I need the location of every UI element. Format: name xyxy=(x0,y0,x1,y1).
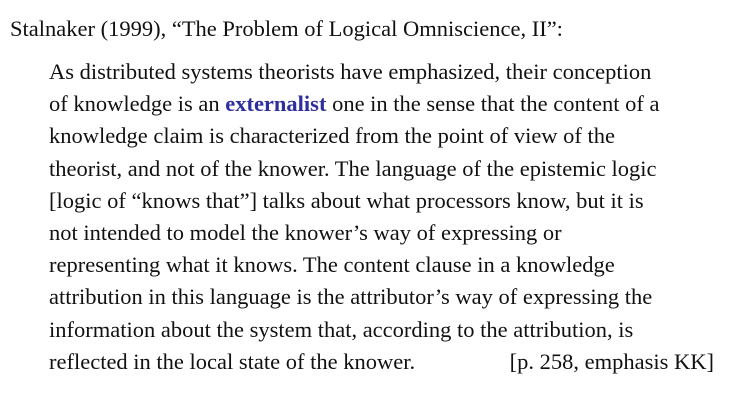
quote-line: representing what it knows. The content … xyxy=(49,252,615,278)
quote-text: reflected in the local state of the know… xyxy=(49,348,416,374)
quote-line: not intended to model the knower’s way o… xyxy=(49,219,562,245)
quote-line: information about the system that, accor… xyxy=(49,316,634,342)
quote-text: one in the sense that the content of a xyxy=(326,91,660,117)
quote-line: knowledge claim is characterized from th… xyxy=(49,123,616,149)
quote-line: of knowledge is an externalist one in th… xyxy=(49,88,714,120)
emphasized-term: externalist xyxy=(225,91,327,117)
quote-last-line: reflected in the local state of the know… xyxy=(49,346,714,378)
quote-line: [logic of “knows that”] talks about what… xyxy=(49,187,644,213)
quote-source-heading: Stalnaker (1999), “The Problem of Logica… xyxy=(10,16,563,41)
citation: [p. 258, emphasis KK] xyxy=(509,348,714,374)
quote-line: theorist, and not of the knower. The lan… xyxy=(49,155,657,181)
quote-line: attribution in this language is the attr… xyxy=(49,284,653,310)
block-quote: As distributed systems theorists have em… xyxy=(49,56,714,378)
quote-line: As distributed systems theorists have em… xyxy=(49,59,652,84)
quote-text: of knowledge is an xyxy=(49,91,226,117)
